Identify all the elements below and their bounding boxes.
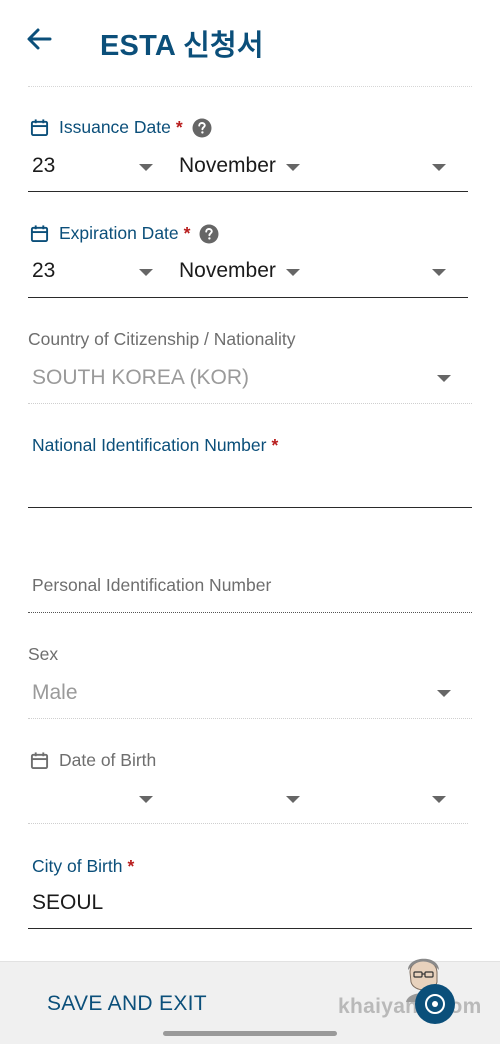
city-of-birth-input[interactable]: SEOUL — [32, 891, 103, 915]
issuance-date-label-text: Issuance Date — [59, 117, 171, 137]
help-icon[interactable] — [192, 118, 212, 138]
expiration-year-chevron-down-icon[interactable] — [432, 269, 446, 276]
calendar-icon — [30, 225, 49, 243]
expiration-day-chevron-down-icon[interactable] — [139, 269, 153, 276]
save-and-exit-button[interactable]: SAVE AND EXIT — [47, 992, 207, 1016]
header-divider — [28, 86, 472, 87]
dob-day-chevron-down-icon[interactable] — [139, 796, 153, 803]
issuance-date-label: Issuance Date * — [30, 117, 212, 138]
sex-label: Sex — [28, 644, 59, 664]
citizenship-underline — [28, 403, 472, 404]
city-of-birth-underline — [28, 928, 472, 929]
dob-year-chevron-down-icon[interactable] — [432, 796, 446, 803]
expiration-month-chevron-down-icon[interactable] — [286, 269, 300, 276]
date-of-birth-label-text: Date of Birth — [59, 750, 157, 770]
help-icon[interactable] — [199, 224, 219, 244]
calendar-icon — [30, 752, 49, 770]
issuance-month-select[interactable]: November — [179, 154, 276, 178]
required-marker: * — [127, 856, 135, 876]
issuance-year-chevron-down-icon[interactable] — [432, 164, 446, 171]
sex-select[interactable]: Male — [32, 681, 78, 705]
required-marker: * — [183, 223, 191, 243]
personal-id-underline — [28, 612, 472, 613]
bottom-action-bar: SAVE AND EXIT khaiyang.com — [0, 958, 500, 1044]
citizenship-select[interactable]: SOUTH KOREA (KOR) — [32, 366, 249, 390]
help-fab-button[interactable] — [415, 984, 455, 1024]
personal-id-input[interactable]: Personal Identification Number — [32, 575, 271, 596]
home-indicator[interactable] — [163, 1031, 337, 1036]
national-id-underline — [28, 507, 472, 508]
city-of-birth-label-text: City of Birth — [32, 856, 123, 876]
expiration-underline — [28, 297, 468, 298]
calendar-icon — [30, 119, 49, 137]
date-of-birth-label: Date of Birth — [30, 750, 156, 771]
national-id-input[interactable] — [28, 462, 472, 506]
sex-chevron-down-icon[interactable] — [437, 690, 451, 697]
info-icon — [425, 994, 445, 1014]
expiration-date-label: Expiration Date * — [30, 223, 219, 244]
issuance-day-select[interactable]: 23 — [32, 154, 55, 178]
issuance-day-chevron-down-icon[interactable] — [139, 164, 153, 171]
expiration-day-select[interactable]: 23 — [32, 259, 55, 283]
expiration-date-label-text: Expiration Date — [59, 223, 179, 243]
issuance-month-chevron-down-icon[interactable] — [286, 164, 300, 171]
page-title: ESTA 신청서 — [100, 30, 264, 62]
dob-month-chevron-down-icon[interactable] — [286, 796, 300, 803]
citizenship-label: Country of Citizenship / Nationality — [28, 329, 296, 349]
app-header: ESTA 신청서 — [0, 0, 500, 86]
expiration-month-select[interactable]: November — [179, 259, 276, 283]
issuance-underline — [28, 191, 468, 192]
national-id-label-text: National Identification Number — [32, 435, 267, 455]
dob-underline — [28, 823, 468, 824]
national-id-label: National Identification Number * — [32, 435, 278, 456]
city-of-birth-label: City of Birth * — [32, 856, 134, 877]
required-marker: * — [175, 117, 183, 137]
sex-underline — [28, 718, 472, 719]
required-marker: * — [271, 435, 279, 455]
citizenship-chevron-down-icon[interactable] — [437, 375, 451, 382]
arrow-left-icon[interactable] — [24, 24, 54, 54]
